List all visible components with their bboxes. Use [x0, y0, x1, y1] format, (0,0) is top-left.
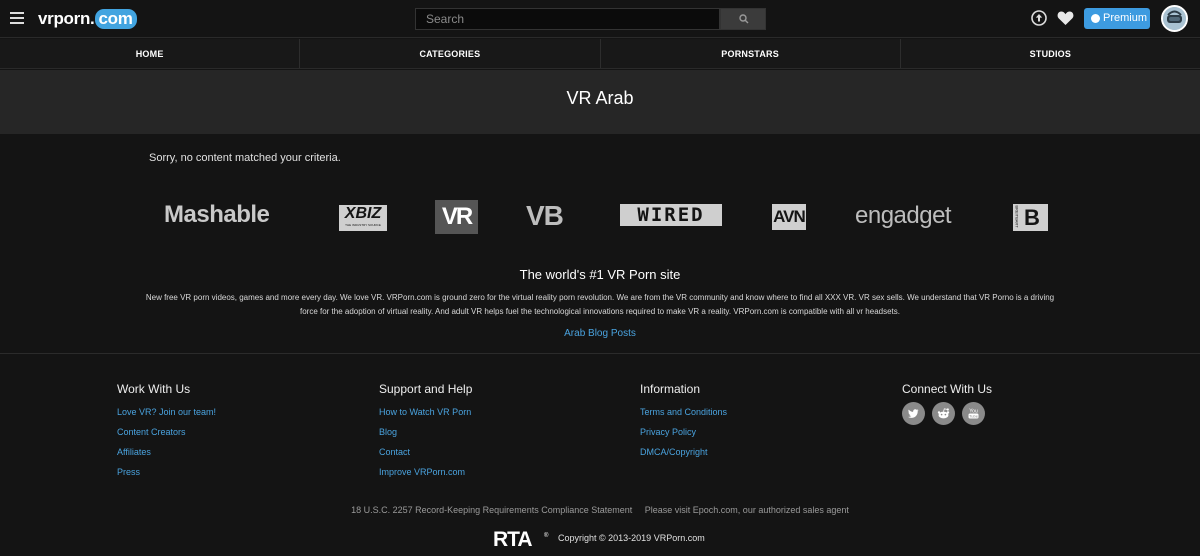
privacy-link[interactable]: Privacy Policy: [640, 422, 727, 442]
social-links: You Tube: [902, 402, 992, 425]
premium-label: Premium: [1103, 12, 1148, 24]
footer-heading-information: Information: [640, 382, 701, 396]
mashable-logo: Mashable: [164, 201, 270, 228]
breitbart-logo-text: B: [1024, 205, 1040, 230]
search-input[interactable]: [415, 8, 720, 30]
logo-dot: .: [90, 9, 95, 28]
footer-divider: [0, 353, 1200, 354]
blog-posts-link[interactable]: Arab Blog Posts: [0, 328, 1200, 339]
vr-headset-avatar-icon: [1163, 7, 1186, 30]
content-creators-link[interactable]: Content Creators: [117, 422, 216, 442]
premium-button[interactable]: Premium: [1084, 8, 1150, 29]
xbiz-logo-text: XBIZ: [344, 205, 382, 222]
footer-heading-work: Work With Us: [117, 382, 191, 396]
xbiz-logo-subtext: THE INDUSTRY SOURCE: [345, 223, 381, 227]
search-icon: [739, 14, 749, 24]
rta-logo[interactable]: RTA ®: [493, 528, 553, 548]
dmca-link[interactable]: DMCA/Copyright: [640, 442, 727, 462]
xbiz-logo: XBIZ THE INDUSTRY SOURCE: [339, 205, 387, 231]
upload-icon[interactable]: [1031, 10, 1047, 26]
rta-logo-text: RTA: [493, 528, 532, 548]
breitbart-logo-subtext: BREITBART: [1014, 205, 1020, 228]
title-band: VR Arab: [0, 70, 1200, 134]
avatar[interactable]: [1161, 5, 1188, 32]
footer-col-work: Work With Us Love VR? Join our team! Con…: [117, 382, 216, 482]
press-link[interactable]: Press: [117, 462, 216, 482]
premium-dot-icon: [1091, 14, 1100, 23]
nav-home[interactable]: HOME: [0, 39, 301, 68]
site-description: New free VR porn videos, games and more …: [145, 293, 1055, 316]
nav-categories[interactable]: CATEGORIES: [300, 39, 601, 68]
contact-link[interactable]: Contact: [379, 442, 472, 462]
compliance-statement-link[interactable]: 18 U.S.C. 2257 Record-Keeping Requiremen…: [351, 505, 632, 515]
affiliates-link[interactable]: Affiliates: [117, 442, 216, 462]
improve-link[interactable]: Improve VRPorn.com: [379, 462, 472, 482]
compliance-line: 18 U.S.C. 2257 Record-Keeping Requiremen…: [0, 505, 1200, 515]
top-bar: vrporn.com Premium: [0, 0, 1200, 38]
join-team-link[interactable]: Love VR? Join our team!: [117, 402, 216, 422]
footer-col-connect: Connect With Us You Tube: [902, 382, 992, 425]
footer-col-information: Information Terms and Conditions Privacy…: [640, 382, 727, 462]
epoch-notice-link[interactable]: Please visit Epoch.com, our authorized s…: [645, 505, 849, 515]
how-to-watch-link[interactable]: How to Watch VR Porn: [379, 402, 472, 422]
reddit-icon[interactable]: [932, 402, 955, 425]
engadget-logo: engadget: [855, 202, 952, 229]
blog-link[interactable]: Blog: [379, 422, 472, 442]
terms-link[interactable]: Terms and Conditions: [640, 402, 727, 422]
svg-text:®: ®: [544, 532, 549, 539]
footer-heading-connect: Connect With Us: [902, 382, 993, 396]
empty-message: Sorry, no content matched your criteria.: [149, 152, 341, 164]
page-title: VR Arab: [566, 88, 634, 108]
search-bar: [415, 8, 766, 30]
site-logo[interactable]: vrporn. com: [38, 9, 137, 29]
wired-logo: WIRED: [620, 204, 722, 226]
hamburger-menu-icon[interactable]: [10, 12, 24, 24]
search-button[interactable]: [720, 8, 766, 30]
youtube-icon[interactable]: You Tube: [962, 402, 985, 425]
svg-text:Tube: Tube: [969, 414, 979, 419]
twitter-icon[interactable]: [902, 402, 925, 425]
footer-heading-support: Support and Help: [379, 382, 473, 396]
footer-col-support: Support and Help How to Watch VR Porn Bl…: [379, 382, 472, 482]
nav-pornstars[interactable]: PORNSTARS: [601, 39, 901, 68]
copyright: Copyright © 2013-2019 VRPorn.com: [558, 533, 705, 543]
press-logos: Mashable XBIZ THE INDUSTRY SOURCE VR VB …: [0, 196, 1200, 240]
breitbart-logo: BREITBART B: [1013, 204, 1048, 231]
logo-com: com: [95, 9, 137, 29]
vr-logo: VR: [435, 200, 478, 234]
heart-icon[interactable]: [1057, 10, 1074, 26]
tagline: The world's #1 VR Porn site: [519, 267, 681, 282]
avn-logo: AVN: [772, 204, 806, 230]
vb-logo: VB: [526, 200, 564, 231]
main-nav: HOME CATEGORIES PORNSTARS STUDIOS: [0, 39, 1200, 69]
nav-studios[interactable]: STUDIOS: [901, 39, 1200, 68]
logo-text: vrporn: [38, 9, 91, 28]
